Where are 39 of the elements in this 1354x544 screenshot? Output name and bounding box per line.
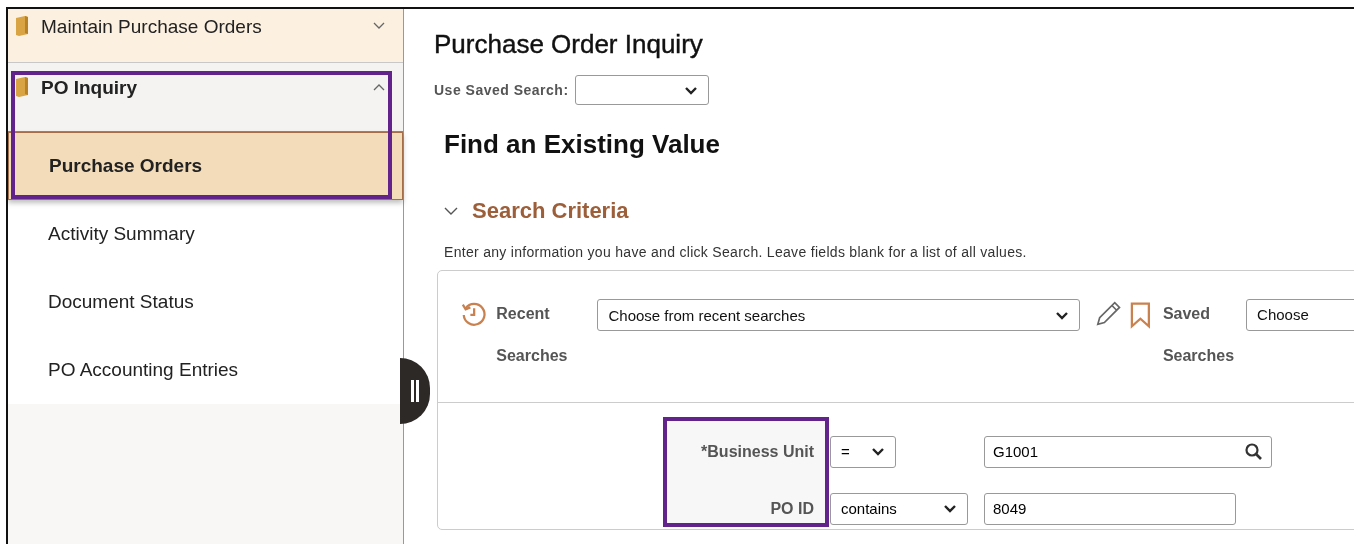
nav-group-label: Maintain Purchase Orders — [41, 16, 263, 38]
search-icon[interactable] — [1245, 442, 1263, 461]
nav-group-label: PO Inquiry — [41, 77, 139, 99]
saved-searches-label: Searches — [1162, 346, 1235, 366]
page-title: Purchase Order Inquiry — [434, 29, 704, 60]
saved-searches-dropdown[interactable]: Choose — [1246, 299, 1354, 331]
recent-searches-dropdown[interactable]: Choose from recent searches — [597, 299, 1080, 331]
input-field[interactable]: 8049 — [984, 492, 1236, 525]
chevron-icon — [373, 83, 385, 91]
caret-icon — [871, 447, 885, 456]
nav-item[interactable]: Purchase Orders — [8, 132, 403, 200]
operator-dropdown[interactable]: = — [830, 435, 896, 468]
recent-searches-label: Searches — [496, 346, 568, 366]
recent-searches-label: Recent — [496, 304, 551, 324]
nav-group-header[interactable]: Maintain Purchase Orders — [8, 9, 403, 63]
pause-icon — [411, 380, 419, 402]
nav-item[interactable]: Activity Summary — [8, 200, 403, 268]
caret-icon — [943, 504, 957, 513]
folder-icon — [15, 16, 29, 36]
saved-search-dropdown[interactable] — [574, 75, 709, 105]
chevron-icon — [373, 22, 385, 30]
caret-icon — [683, 85, 698, 95]
caret-icon — [1054, 310, 1069, 320]
nav-group-header[interactable]: PO Inquiry — [8, 63, 403, 132]
field-label: Use Saved Search: — [434, 82, 569, 98]
folder-icon — [15, 77, 29, 97]
instruction-text: Enter any information you have and click Search. Leave fields blank for a list of all values. — [444, 244, 1028, 260]
section-heading: Find an Existing Value — [444, 129, 721, 160]
collapse-handle[interactable] — [400, 358, 430, 424]
search-criteria-toggle[interactable]: Search Criteria — [444, 198, 629, 224]
field-label: PO ID — [769, 499, 814, 518]
nav-item[interactable]: Document Status — [8, 268, 403, 336]
field-label: *Business Unit — [700, 442, 814, 461]
nav-item[interactable]: PO Accounting Entries — [8, 336, 403, 404]
operator-dropdown[interactable]: contains — [830, 492, 968, 525]
input-field[interactable]: G1001 — [984, 435, 1272, 468]
chevron-icon — [444, 206, 458, 216]
bookmark-icon[interactable] — [1130, 301, 1151, 329]
saved-searches-label: Saved — [1162, 304, 1212, 324]
